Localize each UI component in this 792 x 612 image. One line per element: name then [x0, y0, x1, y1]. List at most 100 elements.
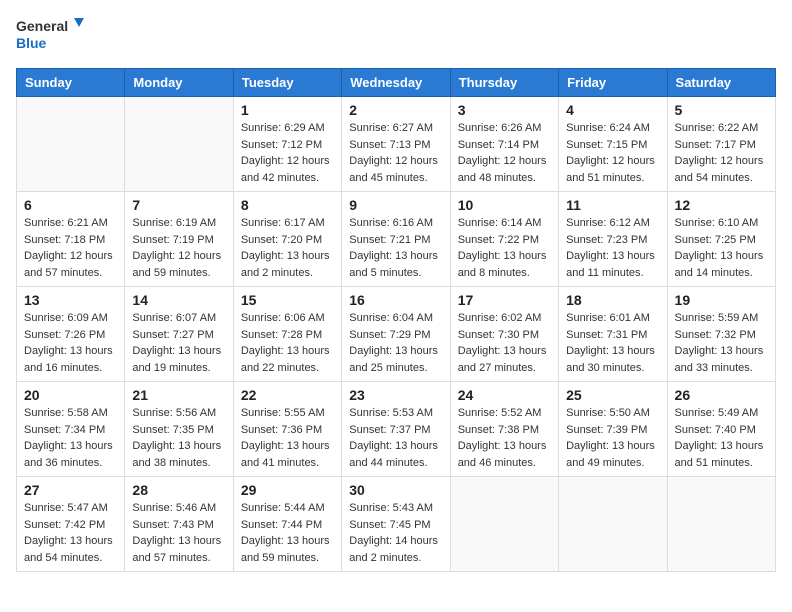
- calendar-day-cell: 23 Sunrise: 5:53 AM Sunset: 7:37 PM Dayli…: [342, 382, 450, 477]
- svg-text:General: General: [16, 18, 68, 34]
- svg-text:Blue: Blue: [16, 35, 47, 51]
- calendar-week-row: 13Sunrise: 6:09 AM Sunset: 7:26 PM Dayli…: [17, 287, 776, 382]
- calendar-day-cell: 9 Sunrise: 6:16 AM Sunset: 7:21 PM Daylig…: [342, 192, 450, 287]
- day-info: Sunrise: 6:12 AM Sunset: 7:23 PM Dayligh…: [566, 215, 659, 281]
- day-number: 30: [349, 482, 442, 498]
- day-number: 5: [675, 102, 768, 118]
- calendar-day-cell: 8Sunrise: 6:17 AM Sunset: 7:20 PM Daylig…: [233, 192, 341, 287]
- calendar-table: SundayMondayTuesdayWednesdayThursdayFrid…: [16, 68, 776, 572]
- calendar-day-cell: [667, 477, 775, 572]
- calendar-day-cell: 7 Sunrise: 6:19 AM Sunset: 7:19 PM Daylig…: [125, 192, 233, 287]
- day-of-week-header: Monday: [125, 69, 233, 97]
- day-of-week-header: Thursday: [450, 69, 558, 97]
- day-info: Sunrise: 5:56 AM Sunset: 7:35 PM Dayligh…: [132, 405, 225, 471]
- day-number: 9: [349, 197, 442, 213]
- day-of-week-header: Tuesday: [233, 69, 341, 97]
- logo-svg: General Blue: [16, 16, 86, 56]
- day-number: 13: [24, 292, 117, 308]
- day-of-week-header: Sunday: [17, 69, 125, 97]
- day-number: 27: [24, 482, 117, 498]
- day-number: 24: [458, 387, 551, 403]
- day-info: Sunrise: 6:26 AM Sunset: 7:14 PM Dayligh…: [458, 120, 551, 186]
- calendar-day-cell: 13Sunrise: 6:09 AM Sunset: 7:26 PM Dayli…: [17, 287, 125, 382]
- day-of-week-header: Friday: [559, 69, 667, 97]
- page-header: General Blue: [16, 16, 776, 56]
- calendar-day-cell: 27 Sunrise: 5:47 AM Sunset: 7:42 PM Dayli…: [17, 477, 125, 572]
- day-info: Sunrise: 6:04 AM Sunset: 7:29 PM Dayligh…: [349, 310, 442, 376]
- logo: General Blue: [16, 16, 86, 56]
- calendar-day-cell: 17Sunrise: 6:02 AM Sunset: 7:30 PM Dayli…: [450, 287, 558, 382]
- day-number: 16: [349, 292, 442, 308]
- calendar-day-cell: [125, 97, 233, 192]
- day-number: 28: [132, 482, 225, 498]
- calendar-week-row: 20 Sunrise: 5:58 AM Sunset: 7:34 PM Dayli…: [17, 382, 776, 477]
- calendar-day-cell: 12Sunrise: 6:10 AM Sunset: 7:25 PM Dayli…: [667, 192, 775, 287]
- calendar-day-cell: 1 Sunrise: 6:29 AM Sunset: 7:12 PM Daylig…: [233, 97, 341, 192]
- calendar-day-cell: [450, 477, 558, 572]
- day-info: Sunrise: 5:58 AM Sunset: 7:34 PM Dayligh…: [24, 405, 117, 471]
- day-number: 11: [566, 197, 659, 213]
- day-number: 2: [349, 102, 442, 118]
- day-number: 4: [566, 102, 659, 118]
- day-info: Sunrise: 6:24 AM Sunset: 7:15 PM Dayligh…: [566, 120, 659, 186]
- calendar-day-cell: 18 Sunrise: 6:01 AM Sunset: 7:31 PM Dayli…: [559, 287, 667, 382]
- day-info: Sunrise: 6:17 AM Sunset: 7:20 PM Dayligh…: [241, 215, 334, 281]
- day-info: Sunrise: 5:46 AM Sunset: 7:43 PM Dayligh…: [132, 500, 225, 566]
- calendar-day-cell: 25 Sunrise: 5:50 AM Sunset: 7:39 PM Dayli…: [559, 382, 667, 477]
- day-info: Sunrise: 5:47 AM Sunset: 7:42 PM Dayligh…: [24, 500, 117, 566]
- calendar-day-cell: 19Sunrise: 5:59 AM Sunset: 7:32 PM Dayli…: [667, 287, 775, 382]
- day-number: 22: [241, 387, 334, 403]
- calendar-day-cell: 30 Sunrise: 5:43 AM Sunset: 7:45 PM Dayli…: [342, 477, 450, 572]
- calendar-header-row: SundayMondayTuesdayWednesdayThursdayFrid…: [17, 69, 776, 97]
- calendar-day-cell: 24 Sunrise: 5:52 AM Sunset: 7:38 PM Dayli…: [450, 382, 558, 477]
- day-info: Sunrise: 6:16 AM Sunset: 7:21 PM Dayligh…: [349, 215, 442, 281]
- calendar-day-cell: 5 Sunrise: 6:22 AM Sunset: 7:17 PM Daylig…: [667, 97, 775, 192]
- day-number: 18: [566, 292, 659, 308]
- calendar-day-cell: 29Sunrise: 5:44 AM Sunset: 7:44 PM Dayli…: [233, 477, 341, 572]
- calendar-day-cell: 22Sunrise: 5:55 AM Sunset: 7:36 PM Dayli…: [233, 382, 341, 477]
- day-info: Sunrise: 5:50 AM Sunset: 7:39 PM Dayligh…: [566, 405, 659, 471]
- day-info: Sunrise: 6:14 AM Sunset: 7:22 PM Dayligh…: [458, 215, 551, 281]
- day-info: Sunrise: 6:21 AM Sunset: 7:18 PM Dayligh…: [24, 215, 117, 281]
- day-number: 7: [132, 197, 225, 213]
- day-info: Sunrise: 6:10 AM Sunset: 7:25 PM Dayligh…: [675, 215, 768, 281]
- day-of-week-header: Saturday: [667, 69, 775, 97]
- day-info: Sunrise: 5:49 AM Sunset: 7:40 PM Dayligh…: [675, 405, 768, 471]
- day-info: Sunrise: 6:22 AM Sunset: 7:17 PM Dayligh…: [675, 120, 768, 186]
- day-number: 10: [458, 197, 551, 213]
- day-number: 17: [458, 292, 551, 308]
- day-of-week-header: Wednesday: [342, 69, 450, 97]
- day-number: 3: [458, 102, 551, 118]
- day-info: Sunrise: 5:44 AM Sunset: 7:44 PM Dayligh…: [241, 500, 334, 566]
- day-number: 6: [24, 197, 117, 213]
- calendar-day-cell: 15 Sunrise: 6:06 AM Sunset: 7:28 PM Dayli…: [233, 287, 341, 382]
- day-number: 21: [132, 387, 225, 403]
- calendar-week-row: 1 Sunrise: 6:29 AM Sunset: 7:12 PM Daylig…: [17, 97, 776, 192]
- calendar-day-cell: 11 Sunrise: 6:12 AM Sunset: 7:23 PM Dayli…: [559, 192, 667, 287]
- day-info: Sunrise: 6:01 AM Sunset: 7:31 PM Dayligh…: [566, 310, 659, 376]
- day-number: 20: [24, 387, 117, 403]
- calendar-day-cell: [17, 97, 125, 192]
- calendar-day-cell: 14Sunrise: 6:07 AM Sunset: 7:27 PM Dayli…: [125, 287, 233, 382]
- calendar-week-row: 6 Sunrise: 6:21 AM Sunset: 7:18 PM Daylig…: [17, 192, 776, 287]
- day-number: 1: [241, 102, 334, 118]
- day-number: 25: [566, 387, 659, 403]
- day-number: 23: [349, 387, 442, 403]
- day-number: 15: [241, 292, 334, 308]
- day-info: Sunrise: 6:06 AM Sunset: 7:28 PM Dayligh…: [241, 310, 334, 376]
- calendar-day-cell: 10 Sunrise: 6:14 AM Sunset: 7:22 PM Dayli…: [450, 192, 558, 287]
- calendar-week-row: 27 Sunrise: 5:47 AM Sunset: 7:42 PM Dayli…: [17, 477, 776, 572]
- calendar-day-cell: 3 Sunrise: 6:26 AM Sunset: 7:14 PM Daylig…: [450, 97, 558, 192]
- calendar-day-cell: 20 Sunrise: 5:58 AM Sunset: 7:34 PM Dayli…: [17, 382, 125, 477]
- day-number: 14: [132, 292, 225, 308]
- day-number: 26: [675, 387, 768, 403]
- day-info: Sunrise: 5:53 AM Sunset: 7:37 PM Dayligh…: [349, 405, 442, 471]
- day-info: Sunrise: 5:43 AM Sunset: 7:45 PM Dayligh…: [349, 500, 442, 566]
- calendar-day-cell: [559, 477, 667, 572]
- day-info: Sunrise: 6:29 AM Sunset: 7:12 PM Dayligh…: [241, 120, 334, 186]
- day-info: Sunrise: 5:52 AM Sunset: 7:38 PM Dayligh…: [458, 405, 551, 471]
- calendar-day-cell: 16 Sunrise: 6:04 AM Sunset: 7:29 PM Dayli…: [342, 287, 450, 382]
- calendar-day-cell: 21 Sunrise: 5:56 AM Sunset: 7:35 PM Dayli…: [125, 382, 233, 477]
- day-info: Sunrise: 6:19 AM Sunset: 7:19 PM Dayligh…: [132, 215, 225, 281]
- day-info: Sunrise: 5:59 AM Sunset: 7:32 PM Dayligh…: [675, 310, 768, 376]
